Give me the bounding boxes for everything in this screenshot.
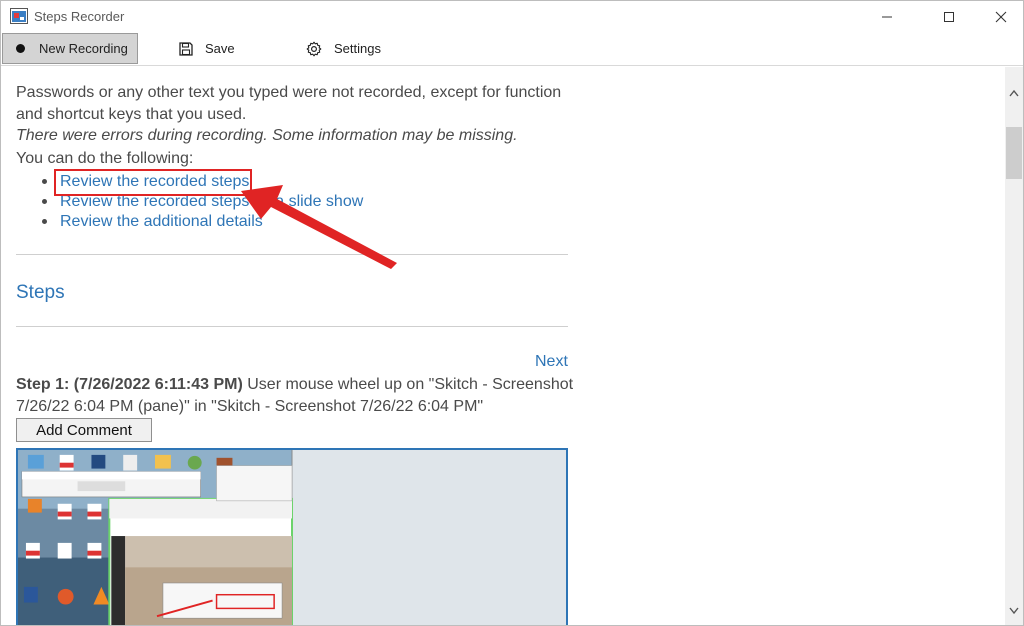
gear-icon xyxy=(306,41,322,56)
divider xyxy=(16,326,568,327)
red-arrow-annotation xyxy=(241,185,397,269)
vertical-scrollbar[interactable] xyxy=(1005,67,1023,625)
scrollbar-thumb[interactable] xyxy=(1006,127,1022,179)
steps-heading: Steps xyxy=(16,282,65,303)
bullet-icon xyxy=(42,219,47,224)
scroll-down-arrow-icon[interactable] xyxy=(1009,607,1019,615)
maximize-button[interactable] xyxy=(926,1,972,32)
next-link[interactable]: Next xyxy=(535,351,568,373)
toolbar: New Recording Save Settings xyxy=(1,32,1023,66)
close-icon xyxy=(995,11,1007,22)
bullet-icon xyxy=(42,179,47,184)
steps-recorder-app-icon xyxy=(10,8,28,24)
window-title: Steps Recorder xyxy=(34,9,125,24)
step-1-label: Step 1: (7/26/2022 6:11:43 PM) xyxy=(16,376,243,393)
minimize-icon xyxy=(882,16,892,17)
scroll-up-arrow-icon[interactable] xyxy=(1009,89,1019,97)
error-text: There were errors during recording. Some… xyxy=(16,127,518,144)
recording-report: Passwords or any other text you typed we… xyxy=(1,67,1005,626)
highlight-box-annotation xyxy=(54,169,252,196)
settings-label: Settings xyxy=(334,41,381,56)
maximize-icon xyxy=(944,11,954,22)
save-label: Save xyxy=(205,41,235,56)
new-recording-button[interactable]: New Recording xyxy=(2,33,138,64)
new-recording-label: New Recording xyxy=(39,41,128,56)
settings-button[interactable]: Settings xyxy=(306,33,381,64)
close-button[interactable] xyxy=(978,1,1023,32)
minimize-button[interactable] xyxy=(864,1,910,32)
info-text: Passwords or any other text you typed we… xyxy=(16,84,562,123)
step-1-screenshot[interactable] xyxy=(16,448,568,626)
floppy-disk-icon xyxy=(179,41,193,56)
title-bar: Steps Recorder xyxy=(1,1,1023,32)
save-button[interactable]: Save xyxy=(179,33,235,64)
add-comment-button[interactable]: Add Comment xyxy=(16,418,152,442)
bullet-icon xyxy=(42,199,47,204)
step-1-text: Step 1: (7/26/2022 6:11:43 PM) User mous… xyxy=(16,374,576,418)
options-heading: You can do the following: xyxy=(16,150,194,167)
steps-recorder-window: Steps Recorder New Recording Save Settin… xyxy=(0,0,1024,626)
record-dot-icon xyxy=(16,44,25,53)
